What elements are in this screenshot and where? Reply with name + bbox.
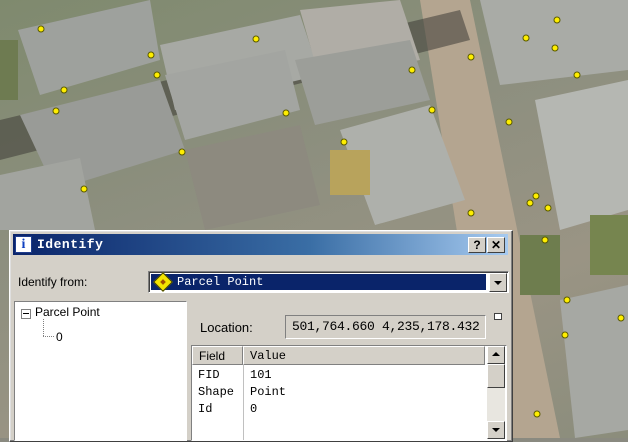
selected-layer: Parcel Point — [151, 272, 486, 292]
tree-item-parcel-point[interactable]: Parcel Point — [35, 305, 100, 319]
attribute-table[interactable]: Field Value FID 101 Shape Point Id 0 — [191, 345, 507, 441]
parcel-point-marker[interactable] — [408, 66, 416, 74]
identify-from-label: Identify from: — [18, 275, 88, 289]
parcel-point-marker[interactable] — [467, 53, 475, 61]
roof — [560, 285, 628, 438]
column-header-field[interactable]: Field — [192, 346, 243, 365]
parcel-point-marker[interactable] — [553, 16, 561, 24]
parcel-point-marker[interactable] — [252, 35, 260, 43]
parcel-point-marker[interactable] — [340, 138, 348, 146]
table-cell-field: FID — [198, 368, 220, 382]
pin-icon[interactable] — [494, 313, 502, 320]
parcel-point-marker[interactable] — [617, 314, 625, 322]
parcel-point-marker[interactable] — [282, 109, 290, 117]
parcel-point-marker[interactable] — [573, 71, 581, 79]
parcel-point-marker[interactable] — [153, 71, 161, 79]
parcel-point-marker[interactable] — [428, 106, 436, 114]
scroll-down-icon[interactable] — [487, 421, 505, 439]
location-field: 501,764.660 4,235,178.432 — [285, 315, 486, 339]
chevron-down-icon[interactable] — [489, 273, 507, 292]
selected-layer-label: Parcel Point — [177, 275, 264, 289]
parcel-point-marker[interactable] — [544, 204, 552, 212]
collapse-icon[interactable] — [21, 309, 31, 319]
identify-from-dropdown[interactable]: Parcel Point — [148, 271, 509, 293]
table-cell-value: Point — [250, 385, 287, 399]
scroll-up-icon[interactable] — [487, 346, 505, 364]
parcel-point-marker[interactable] — [60, 86, 68, 94]
parcel-point-marker[interactable] — [533, 410, 541, 418]
vegetation — [590, 215, 628, 275]
table-cell-value: 0 — [250, 402, 258, 416]
column-divider — [243, 365, 244, 440]
parcel-point-marker[interactable] — [467, 209, 475, 217]
table-cell-field: Shape — [198, 385, 235, 399]
title-bar[interactable]: i Identify ? ✕ — [13, 234, 508, 255]
parcel-point-marker[interactable] — [551, 44, 559, 52]
parcel-point-marker[interactable] — [522, 34, 530, 42]
parcel-point-marker[interactable] — [37, 25, 45, 33]
parcel-point-marker[interactable] — [563, 296, 571, 304]
close-button[interactable]: ✕ — [487, 237, 505, 253]
table-cell-field: Id — [198, 402, 213, 416]
tree-connector — [43, 336, 54, 337]
tree-item-feature[interactable]: 0 — [56, 330, 63, 344]
scroll-thumb[interactable] — [487, 364, 505, 388]
parcel-point-marker[interactable] — [526, 199, 534, 207]
location-label: Location: — [200, 320, 253, 335]
crop-patch — [330, 150, 370, 195]
identify-window: i Identify ? ✕ Identify from: Parcel Poi… — [9, 230, 513, 442]
parcel-point-marker[interactable] — [52, 107, 60, 115]
parcel-point-marker[interactable] — [561, 331, 569, 339]
column-header-value[interactable]: Value — [243, 346, 485, 365]
parcel-point-marker[interactable] — [80, 185, 88, 193]
vegetation — [520, 235, 560, 295]
info-icon: i — [15, 236, 32, 253]
location-value: 501,764.660 4,235,178.432 — [292, 319, 480, 334]
tree-connector — [43, 319, 44, 336]
window-title: Identify — [37, 237, 104, 252]
parcel-point-marker[interactable] — [178, 148, 186, 156]
table-cell-value: 101 — [250, 368, 272, 382]
vertical-scrollbar[interactable] — [487, 346, 505, 439]
parcel-point-marker[interactable] — [532, 192, 540, 200]
results-tree[interactable]: Parcel Point 0 — [14, 301, 187, 441]
parcel-point-marker[interactable] — [505, 118, 513, 126]
vegetation — [0, 40, 18, 100]
courtyard — [185, 125, 320, 230]
point-layer-icon — [153, 272, 173, 292]
parcel-point-marker[interactable] — [147, 51, 155, 59]
roof — [480, 0, 628, 85]
roof — [18, 0, 160, 95]
help-button[interactable]: ? — [468, 237, 486, 253]
roof — [0, 158, 95, 230]
pane-splitter[interactable] — [187, 301, 189, 439]
parcel-point-marker[interactable] — [541, 236, 549, 244]
